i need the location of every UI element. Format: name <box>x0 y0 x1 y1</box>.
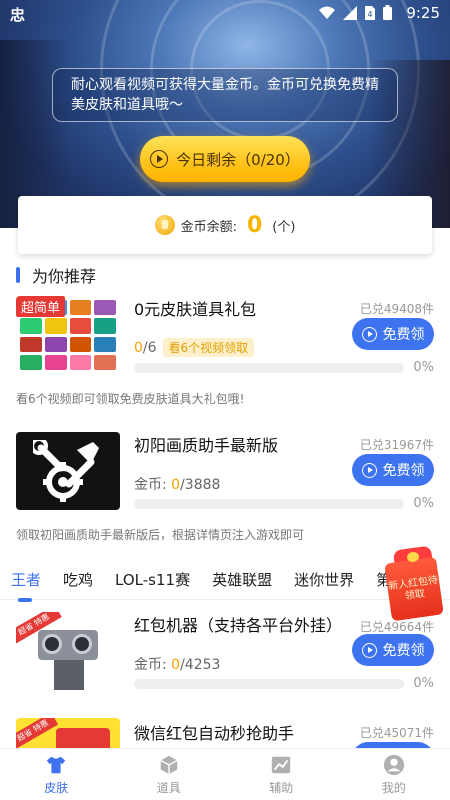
cube-icon <box>160 755 178 774</box>
play-icon <box>150 150 169 168</box>
ribbon-badge: 超省 特惠 <box>16 718 59 748</box>
claim-free-label: 免费领 <box>382 327 425 343</box>
tab-lol-s11[interactable]: LOL-s11赛 <box>104 569 201 590</box>
progress-bar <box>134 363 404 373</box>
progress-meta: 0/6 看6个视频领取 <box>134 338 255 357</box>
tab-chiji[interactable]: 吃鸡 <box>52 569 104 590</box>
coin-balance-card: 金币余额: 0 (个) <box>18 196 432 254</box>
status-bar: 忠 4 9:25 <box>0 0 450 26</box>
balance-label: 金币余额: <box>180 219 237 235</box>
wifi-icon <box>319 6 335 19</box>
progress-bar <box>134 679 404 689</box>
coins-meta: 金币: 0/4253 <box>134 654 220 674</box>
user-icon <box>383 754 404 775</box>
nav-label: 道具 <box>156 780 181 795</box>
coins-label: 金币: <box>134 657 172 673</box>
nav-label: 我的 <box>381 780 406 795</box>
redeemed-count: 已兑49664件 <box>359 620 434 634</box>
coins-current: 0 <box>171 657 181 673</box>
coin-icon <box>154 215 175 235</box>
tab-yingxiong-lianmeng[interactable]: 英雄联盟 <box>201 569 283 590</box>
battery-icon <box>383 5 392 20</box>
coins-total: /3888 <box>180 477 221 493</box>
nav-label: 皮肤 <box>44 780 69 795</box>
claim-free-button[interactable]: 免费领 <box>352 634 434 666</box>
notice-text: 耐心观看视频可获得大量金币。金币可兑换免费精美皮肤和道具哦〜 <box>52 68 398 122</box>
balance-value: 0 <box>246 212 263 238</box>
redeemed-count: 已兑31967件 <box>359 438 434 452</box>
progress-total: /6 <box>142 339 157 356</box>
signal-icon <box>343 5 357 20</box>
video-tag: 看6个视频领取 <box>162 338 255 357</box>
simple-badge: 超简单 <box>16 296 66 317</box>
item-title: 微信红包自动秒抢助手 <box>134 724 295 743</box>
redeemed-count: 已兑49408件 <box>359 302 434 316</box>
coins-current: 0 <box>171 477 181 493</box>
reward-item-wechat-grabber[interactable]: 超省 特惠 微信红包自动秒抢助手 已兑45071件 <box>0 712 450 748</box>
progress-percent: 0% <box>413 496 434 511</box>
reward-item-red-packet-machine[interactable]: 超省 特惠 红包机器（支持各平台外挂） 已兑49664件 免费领 金币: 0/4… <box>0 606 450 702</box>
section-accent-bar <box>16 267 20 283</box>
nav-assist[interactable]: 辅助 <box>225 749 338 800</box>
clock: 9:25 <box>406 4 440 22</box>
balance-unit: (个) <box>272 219 296 235</box>
app-notification-icon: 忠 <box>10 6 26 24</box>
section-title: 为你推荐 <box>32 267 97 286</box>
robot-thumbnail: 超省 特惠 <box>16 612 120 690</box>
item-description: 领取初阳画质助手最新版后，根据详情页注入游戏即可 <box>16 528 305 542</box>
item-title: 红包机器（支持各平台外挂） <box>134 616 343 635</box>
wechat-grabber-thumbnail: 超省 特惠 <box>16 718 120 748</box>
item-title: 初阳画质助手最新版 <box>134 436 279 455</box>
progress-bar <box>134 499 404 509</box>
coins-label: 金币: <box>134 477 172 493</box>
watch-video-button[interactable]: 今日剩余（0/20） <box>140 136 310 182</box>
svg-text:4: 4 <box>368 10 373 19</box>
item-title: 0元皮肤道具礼包 <box>134 300 257 319</box>
claim-free-button[interactable]: 免费领 <box>352 318 434 350</box>
nav-label: 辅助 <box>269 780 294 795</box>
nav-mine[interactable]: 我的 <box>338 749 450 800</box>
chart-icon <box>272 756 291 773</box>
tab-wangzhe[interactable]: 王者 <box>0 569 52 602</box>
shirt-icon <box>47 756 66 773</box>
claim-free-label: 免费领 <box>382 463 425 479</box>
coins-meta: 金币: 0/3888 <box>134 474 220 494</box>
play-icon <box>361 642 377 658</box>
reward-item-skin-pack[interactable]: 超简单 0元皮肤道具礼包 已兑49408件 免费领 0/6 看6个视频领取 0%… <box>0 290 450 410</box>
progress-percent: 0% <box>413 360 434 375</box>
tab-mini-world[interactable]: 迷你世界 <box>283 569 365 590</box>
recommend-section-header: 为你推荐 <box>16 263 96 287</box>
reward-item-graphics-helper[interactable]: 初阳画质助手最新版 已兑31967件 免费领 金币: 0/3888 0% 领取初… <box>0 426 450 544</box>
claim-free-label: 免费领 <box>382 643 425 659</box>
progress-current: 0 <box>134 339 143 356</box>
play-icon <box>361 326 377 342</box>
redeemed-count: 已兑45071件 <box>359 726 434 740</box>
watch-video-label: 今日剩余（0/20） <box>176 150 300 169</box>
graphics-helper-thumbnail <box>16 432 120 510</box>
wrench-gear-icon <box>33 440 99 502</box>
bottom-navigation: 皮肤 道具 辅助 我的 <box>0 748 450 800</box>
coins-total: /4253 <box>180 657 221 673</box>
item-description: 看6个视频即可领取免费皮肤道具大礼包哦! <box>16 392 245 406</box>
claim-free-button[interactable]: 免费领 <box>352 454 434 486</box>
play-icon <box>361 462 377 478</box>
skin-pack-thumbnail: 超简单 <box>16 296 120 374</box>
nav-props[interactable]: 道具 <box>113 749 226 800</box>
nav-skins[interactable]: 皮肤 <box>0 749 113 800</box>
progress-percent: 0% <box>413 676 434 691</box>
sim-icon: 4 <box>365 5 375 20</box>
